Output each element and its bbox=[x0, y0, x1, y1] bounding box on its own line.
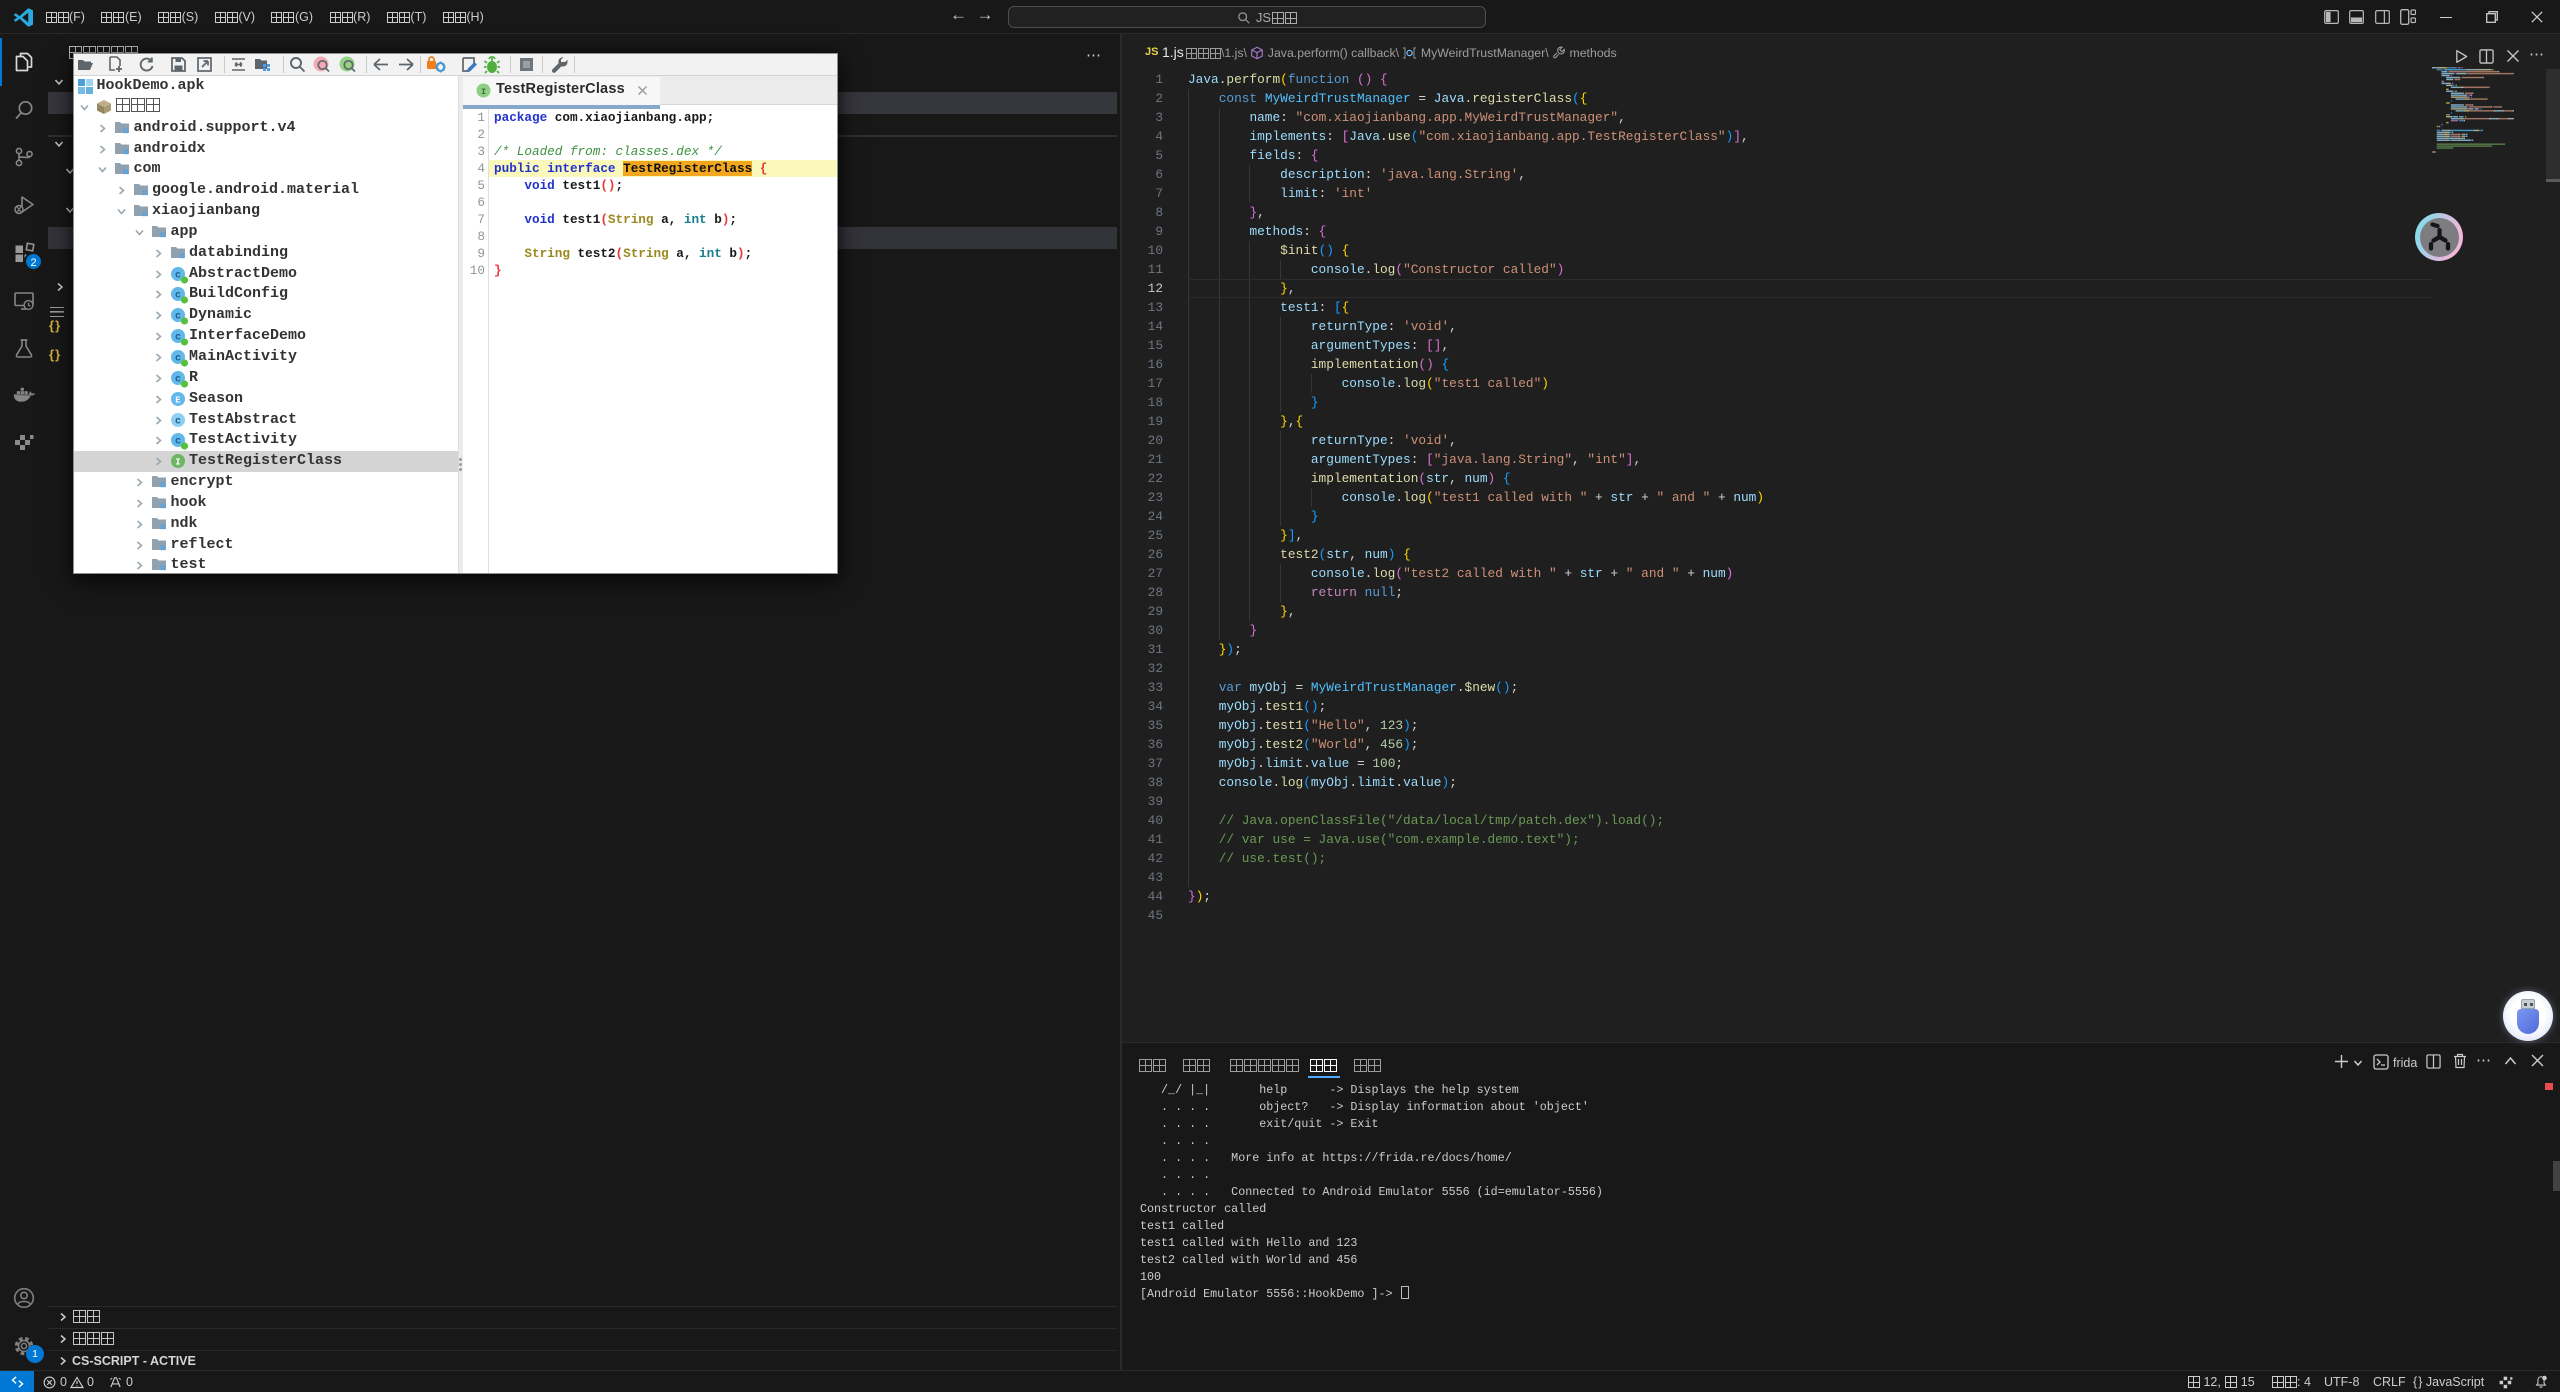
svg-text:c: c bbox=[174, 270, 180, 281]
svg-text:I: I bbox=[175, 458, 180, 468]
svg-text:E: E bbox=[175, 395, 181, 405]
svg-text:c: c bbox=[174, 437, 180, 448]
svg-text:c: c bbox=[174, 333, 180, 344]
svg-text:c: c bbox=[174, 291, 180, 302]
svg-text:c: c bbox=[174, 374, 180, 385]
svg-text:c: c bbox=[174, 312, 180, 323]
svg-text:c: c bbox=[174, 353, 180, 364]
svg-text:I: I bbox=[481, 87, 486, 97]
svg-text:c: c bbox=[174, 416, 180, 427]
